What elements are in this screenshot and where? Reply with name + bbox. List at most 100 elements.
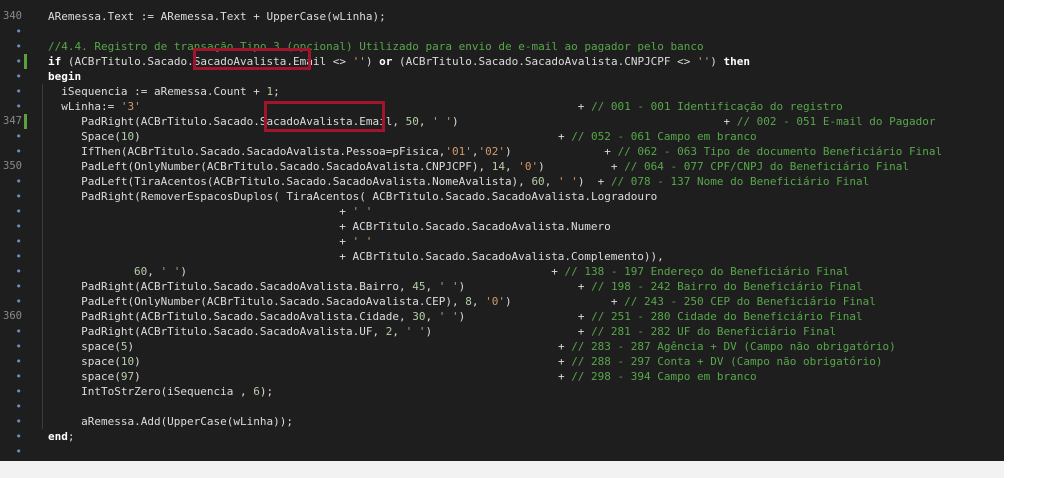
code-token: begin	[48, 70, 82, 83]
line-number: 347	[3, 115, 22, 127]
code-token: (ACBrTitulo.Sacado.SacadoAvalista.CNPJCP…	[392, 55, 698, 68]
code-token: ,	[504, 160, 519, 173]
code-line[interactable]: iSequencia := aRemessa.Count + 1;	[61, 84, 280, 99]
code-token: 10	[120, 355, 135, 368]
code-token: ' '	[405, 325, 426, 338]
code-token: +	[544, 160, 625, 173]
line-marker-dot: •	[15, 280, 22, 293]
modified-line-marker	[24, 114, 27, 129]
code-line[interactable]: ARemessa.Text := ARemessa.Text + UpperCa…	[48, 9, 386, 24]
code-line[interactable]: space(10) + // 288 - 297 Conta + DV (Cam…	[81, 354, 882, 369]
code-token: +	[339, 205, 353, 218]
code-token: if	[48, 55, 62, 68]
code-token: wLinha:=	[61, 100, 121, 113]
code-token: // 298 - 394 Campo em branco	[571, 370, 757, 383]
line-marker-dot: •	[15, 25, 22, 38]
line-marker-dot: •	[15, 340, 22, 353]
code-token: ' '	[438, 280, 459, 293]
code-token: '0'	[518, 160, 539, 173]
code-token: ;	[67, 430, 75, 443]
code-line[interactable]: end;	[48, 429, 75, 444]
code-token: PadRight(ACBrTitulo.Sacado.SacadoAvalist…	[81, 310, 413, 323]
code-line[interactable]: space(97) + // 298 - 394 Campo em branco	[81, 369, 757, 384]
code-line[interactable]: + ' '	[339, 204, 372, 219]
code-token: // 243 - 250 CEP do Beneficiário Final	[624, 295, 876, 308]
code-token: )	[365, 55, 380, 68]
code-line[interactable]: aRemessa.Add(UpperCase(wLinha));	[81, 414, 293, 429]
code-line[interactable]: + ACBrTitulo.Sacado.SacadoAvalista.Numer…	[339, 219, 611, 234]
code-token: +	[187, 265, 565, 278]
code-token: // 281 - 282 UF do Beneficiário Final	[591, 325, 837, 338]
code-token: PadRight(ACBrTitulo.Sacado.SacadoAvalist…	[81, 325, 386, 338]
editor-bottom-strip	[0, 461, 1004, 478]
code-token: ,	[425, 280, 439, 293]
code-token: +	[432, 325, 592, 338]
code-token: // 002 - 051 E-mail do Pagador	[736, 115, 936, 128]
code-token: // 283 - 287 Agência + DV (Campo não obr…	[571, 340, 896, 353]
code-line[interactable]: PadLeft(TiraAcentos(ACBrTitulo.Sacado.Sa…	[81, 174, 869, 189]
code-token: +	[465, 310, 592, 323]
code-token: ' '	[557, 175, 578, 188]
code-token: // 001 - 001 Identificação do registro	[591, 100, 843, 113]
code-token: // 138 - 197 Endereço do Beneficiário Fi…	[564, 265, 850, 278]
line-marker-dot: •	[15, 100, 22, 113]
line-marker-dot: •	[15, 55, 22, 68]
code-line[interactable]: + ACBrTitulo.Sacado.SacadoAvalista.Compl…	[339, 249, 664, 264]
code-line[interactable]: wLinha:= '3' + // 001 - 001 Identificaçã…	[61, 99, 843, 114]
code-token: +	[465, 280, 592, 293]
code-token: ,	[544, 175, 558, 188]
code-line[interactable]: Space(10) + // 052 - 061 Campo em branco	[81, 129, 757, 144]
code-token: IntToStrZero(iSequencia ,	[81, 385, 254, 398]
code-token: PadLeft(TiraAcentos(ACBrTitulo.Sacado.Sa…	[81, 175, 532, 188]
code-token: aRemessa.Add(UpperCase(wLinha));	[81, 415, 294, 428]
code-line[interactable]: PadRight(ACBrTitulo.Sacado.SacadoAvalist…	[81, 279, 863, 294]
code-token: ' '	[432, 115, 452, 128]
code-token: + ACBrTitulo.Sacado.SacadoAvalista.Numer…	[339, 220, 611, 233]
line-marker-dot: •	[15, 250, 22, 263]
code-token: )	[538, 160, 545, 173]
code-line[interactable]: IntToStrZero(iSequencia , 6);	[81, 384, 273, 399]
code-token: + ACBrTitulo.Sacado.SacadoAvalista.Compl…	[339, 250, 664, 263]
code-token: ARemessa.Text := ARemessa.Text + UpperCa…	[48, 10, 386, 23]
code-line[interactable]: PadLeft(OnlyNumber(ACBrTitulo.Sacado.Sac…	[81, 294, 876, 309]
code-line[interactable]: PadRight(ACBrTitulo.Sacado.SacadoAvalist…	[81, 309, 863, 324]
line-marker-dot: •	[15, 430, 22, 443]
code-token: '3'	[120, 100, 141, 113]
code-token: Space(	[81, 130, 121, 143]
code-token: +	[140, 370, 572, 383]
code-line[interactable]: space(5) + // 283 - 287 Agência + DV (Ca…	[81, 339, 896, 354]
line-number: 350	[3, 160, 22, 172]
code-token: +	[134, 340, 572, 353]
block-guide-line	[42, 84, 43, 429]
line-number: 360	[3, 310, 22, 322]
code-token: 10	[120, 130, 135, 143]
code-line[interactable]: //4.4. Registro de transação Tipo 3 (opc…	[48, 39, 704, 54]
code-line[interactable]: PadLeft(OnlyNumber(ACBrTitulo.Sacado.Sac…	[81, 159, 909, 174]
code-token: PadLeft(OnlyNumber(ACBrTitulo.Sacado.Sac…	[81, 295, 466, 308]
code-token: 45	[412, 280, 426, 293]
code-line[interactable]: PadRight(ACBrTitulo.Sacado.SacadoAvalist…	[81, 114, 935, 129]
code-line[interactable]: PadRight(RemoverEspacosDuplos( TiraAcent…	[81, 189, 657, 204]
code-line[interactable]: if (ACBrTitulo.Sacado.SacadoAvalista.Ema…	[48, 54, 750, 69]
code-token: // 062 - 063 Tipo de documento Beneficiá…	[617, 145, 943, 158]
code-token: // 198 - 242 Bairro do Beneficiário Fina…	[591, 280, 863, 293]
code-token: ,	[425, 310, 439, 323]
code-token: 14	[491, 160, 505, 173]
line-marker-dot: •	[15, 85, 22, 98]
code-editor[interactable]: 340 • • • • • • 347 • • 350 • • • • • • • • • 360 • • • • • • • • • A…	[0, 0, 1004, 461]
line-marker-dot: •	[15, 70, 22, 83]
code-token: +	[511, 145, 618, 158]
code-token: 8	[465, 295, 472, 308]
code-line[interactable]: 60, ' ') + // 138 - 197 Endereço do Bene…	[134, 264, 849, 279]
line-marker-dot: •	[15, 415, 22, 428]
code-token: 60	[134, 265, 148, 278]
code-line[interactable]: begin	[48, 69, 81, 84]
code-line[interactable]: + ' '	[339, 234, 372, 249]
code-token: )	[504, 295, 512, 308]
code-token: // 078 - 137 Nome do Beneficiário Final	[610, 175, 870, 188]
line-marker-dot: •	[15, 220, 22, 233]
line-marker-dot: •	[15, 370, 22, 383]
code-line[interactable]: PadRight(ACBrTitulo.Sacado.SacadoAvalist…	[81, 324, 836, 339]
code-line[interactable]: IfThen(ACBrTitulo.Sacado.SacadoAvalista.…	[81, 144, 942, 159]
highlight-box-sacadoavalista-if	[193, 48, 311, 70]
